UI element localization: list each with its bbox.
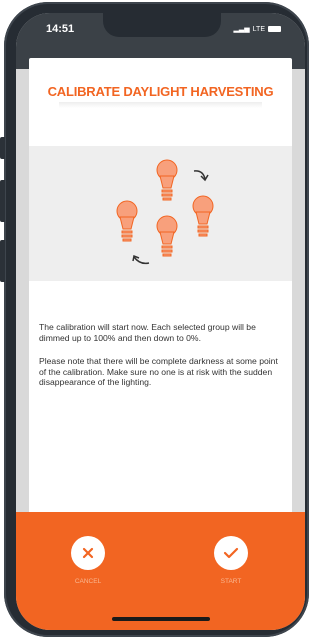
lightbulb-icon <box>116 200 138 242</box>
bulbs-graphic <box>116 159 214 265</box>
home-indicator[interactable] <box>112 617 210 621</box>
lightbulb-icon <box>192 195 214 237</box>
action-bar: CANCEL START <box>16 512 305 630</box>
screen: 14:51 ▂▃▅ LTE CALIBRATE DAYLIGHT HARVEST… <box>16 13 305 630</box>
rotate-arrow-icon <box>193 170 209 182</box>
warning-paragraph: Please note that there will be complete … <box>39 356 278 387</box>
lightbulb-icon <box>156 215 178 257</box>
calibration-dialog: CALIBRATE DAYLIGHT HARVESTING The calibr… <box>29 58 292 528</box>
volume-down-button <box>0 240 5 282</box>
lightbulb-icon <box>156 159 178 201</box>
checkmark-icon <box>223 547 239 559</box>
mute-switch <box>0 137 5 159</box>
volume-up-button <box>0 180 5 222</box>
cancel-label: CANCEL <box>74 578 102 585</box>
rotate-arrow-icon <box>132 254 150 265</box>
signal-icon: ▂▃▅ <box>233 26 250 33</box>
status-time: 14:51 <box>46 23 75 35</box>
notch <box>103 13 221 37</box>
title-divider <box>59 102 262 108</box>
calibration-illustration <box>29 146 292 281</box>
status-indicators: ▂▃▅ LTE <box>234 25 281 33</box>
network-label: LTE <box>252 25 265 33</box>
dialog-title: CALIBRATE DAYLIGHT HARVESTING <box>47 84 274 99</box>
start-button[interactable] <box>214 536 248 570</box>
battery-icon <box>268 26 281 32</box>
phone-frame: 14:51 ▂▃▅ LTE CALIBRATE DAYLIGHT HARVEST… <box>0 2 309 637</box>
description-paragraph: The calibration will start now. Each sel… <box>39 322 256 343</box>
cancel-button[interactable] <box>71 536 105 570</box>
close-icon <box>82 547 94 559</box>
start-label: START <box>220 578 242 585</box>
